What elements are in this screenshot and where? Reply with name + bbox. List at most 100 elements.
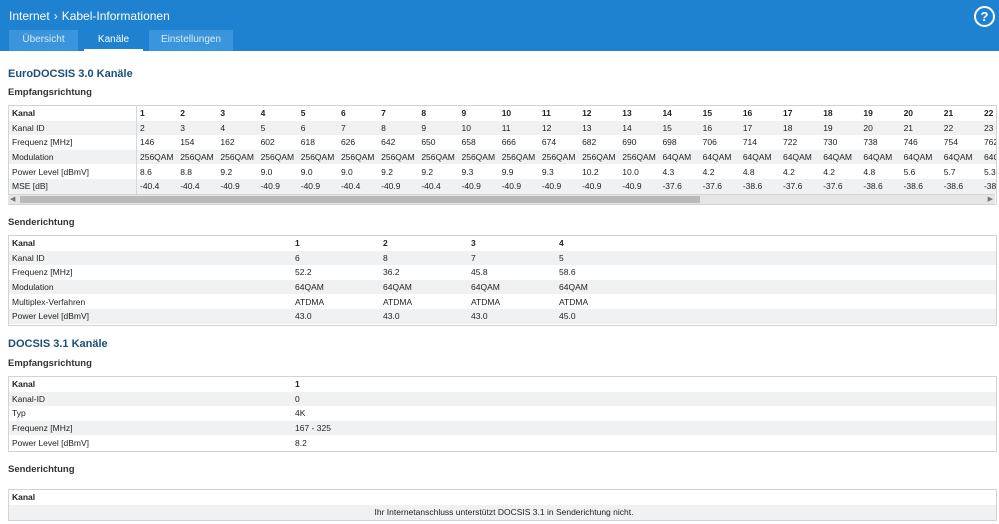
table-cell: 21 — [943, 108, 954, 119]
table-cell: 626 — [340, 137, 356, 148]
row-label: Power Level [dBmV] — [9, 308, 292, 324]
table-cell: 256QAM — [257, 149, 298, 165]
table-cell: 43.0 — [468, 308, 556, 324]
table-cell: 5.3 — [983, 166, 996, 177]
table-cell: 5.6 — [903, 166, 916, 177]
table-row: Modulation 256QAM 256QAM 256QAM 256QAM 256QAM… — [9, 149, 996, 165]
table-cell: -40.9 — [257, 178, 298, 194]
table-row: Power Level [dBmV] 43.0 43.0 43.0 45.0 — [9, 308, 996, 324]
table-cell: -40.9 — [498, 178, 539, 194]
table-cell: 64QAM — [900, 149, 941, 165]
table-cell: 9.0 — [260, 166, 273, 177]
table-cell: 64QAM — [292, 279, 380, 295]
table-cell: -37.6 — [780, 178, 821, 194]
table-cell: 19 — [863, 108, 873, 119]
table-cell: 256QAM — [538, 149, 580, 165]
table-filler — [495, 377, 996, 392]
table-cell: 256QAM — [418, 149, 459, 165]
table-row: Kanal ID 2 3 4 5 6 7 8 9 10 11 12 13 14 15 16 17 18 19 20 21… — [9, 120, 996, 136]
tab-kanaele[interactable]: Kanäle — [84, 30, 143, 51]
table-cell: 64QAM — [556, 279, 644, 295]
table-cell: 2 — [180, 108, 185, 119]
table-filler — [644, 265, 996, 280]
table-cell: 754 — [943, 137, 958, 148]
help-icon[interactable]: ? — [974, 6, 995, 27]
table-cell: 9.2 — [220, 166, 233, 177]
table-cell: 11 — [498, 120, 539, 136]
table-cell: 146 — [140, 137, 155, 148]
table-cell: 256QAM — [217, 149, 258, 165]
table-cell: 17 — [783, 108, 793, 119]
table-cell: 64Q — [980, 149, 996, 165]
top-bar: Internet › Kabel-Informationen ? Übersic… — [0, 0, 999, 51]
table-cell: 9.0 — [340, 166, 353, 177]
table-cell: 256QAM — [337, 149, 379, 165]
table-cell: 154 — [180, 137, 195, 148]
tab-einstellungen[interactable]: Einstellungen — [149, 30, 233, 51]
table-cell: 9.3 — [541, 166, 554, 177]
table-cell: 8.8 — [180, 166, 193, 177]
subsection-sende-30: Senderichtung — [8, 217, 75, 228]
table-cell: 8 — [378, 120, 419, 136]
table-cell: 18 — [780, 120, 821, 136]
table-cell: 7 — [381, 108, 386, 119]
table-cell: 6 — [297, 120, 338, 136]
table-cell: 3 — [220, 108, 226, 119]
row-label: Kanal ID — [9, 120, 137, 136]
scroll-right-icon[interactable]: ▶ — [988, 195, 993, 203]
table-row: Kanal-ID 0 — [9, 391, 996, 407]
upstream-30-table: Kanal 1 2 3 4 Kanal ID 6 8 7 5 Frequenz [MHz] 52.2 3… — [9, 236, 996, 324]
table-cell: 13 — [579, 120, 620, 136]
table-cell: 666 — [501, 137, 516, 148]
table-cell: 11 — [541, 108, 551, 119]
table-cell: ATDMA — [471, 296, 501, 307]
table-cell: 64QAM — [860, 149, 901, 165]
table-cell: 45.0 — [556, 308, 644, 324]
table-cell: 5 — [300, 108, 306, 119]
table-cell: 7 — [468, 250, 556, 266]
table-row: Kanal ID 6 8 7 5 — [9, 250, 996, 266]
table-cell: 16 — [699, 120, 740, 136]
row-label: Frequenz [MHz] — [9, 135, 137, 150]
scrollbar-thumb[interactable] — [20, 196, 700, 203]
table-cell: 162 — [220, 137, 235, 148]
row-label: MSE [dB] — [9, 178, 137, 194]
table-filler — [495, 420, 996, 436]
table-cell: 642 — [381, 137, 396, 148]
upstream-31-table-box: Kanal Ihr Internetanschluss unterstützt … — [8, 489, 997, 521]
table-cell: 650 — [421, 137, 436, 148]
table-cell: -37.6 — [820, 178, 861, 194]
breadcrumb-internet[interactable]: Internet — [9, 9, 50, 23]
table-cell: 9.3 — [461, 166, 474, 177]
table-cell: 8.6 — [140, 166, 152, 177]
table-cell: -40.9 — [538, 178, 580, 194]
table-cell: 256QAM — [619, 149, 660, 165]
table-cell: 4.2 — [783, 166, 795, 177]
table-cell: 9.2 — [421, 166, 434, 177]
subsection-sende-31: Senderichtung — [8, 464, 75, 475]
scroll-left-icon[interactable]: ◀ — [10, 195, 15, 203]
table-cell: 2 — [383, 238, 388, 249]
table-cell: 2 — [136, 120, 178, 136]
row-label: Frequenz [MHz] — [12, 267, 73, 278]
table-cell: 5 — [556, 250, 644, 266]
table-cell: 45.8 — [471, 267, 488, 278]
table-cell: 13 — [622, 108, 632, 119]
table-cell: 20 — [860, 120, 901, 136]
table-cell: 8 — [380, 250, 468, 266]
upstream-30-table-box: Kanal 1 2 3 4 Kanal ID 6 8 7 5 Frequenz [MHz] 52.2 3… — [8, 235, 997, 326]
table-cell: 658 — [461, 137, 476, 148]
table-filler — [495, 406, 996, 421]
table-cell: 706 — [702, 137, 717, 148]
table-row: Kanal 1 — [9, 377, 996, 392]
table-cell: 21 — [900, 120, 941, 136]
table-cell: -38.6 — [739, 178, 780, 194]
horizontal-scrollbar[interactable]: ◀ ▶ — [8, 194, 995, 204]
tab-uebersicht[interactable]: Übersicht — [9, 30, 78, 51]
table-cell: 19 — [820, 120, 861, 136]
table-cell: 64QAM — [940, 149, 981, 165]
table-cell: 6 — [340, 108, 346, 119]
table-cell: 674 — [541, 137, 557, 148]
table-cell: -38.6 — [900, 178, 941, 194]
table-cell: -40.4 — [136, 178, 178, 194]
